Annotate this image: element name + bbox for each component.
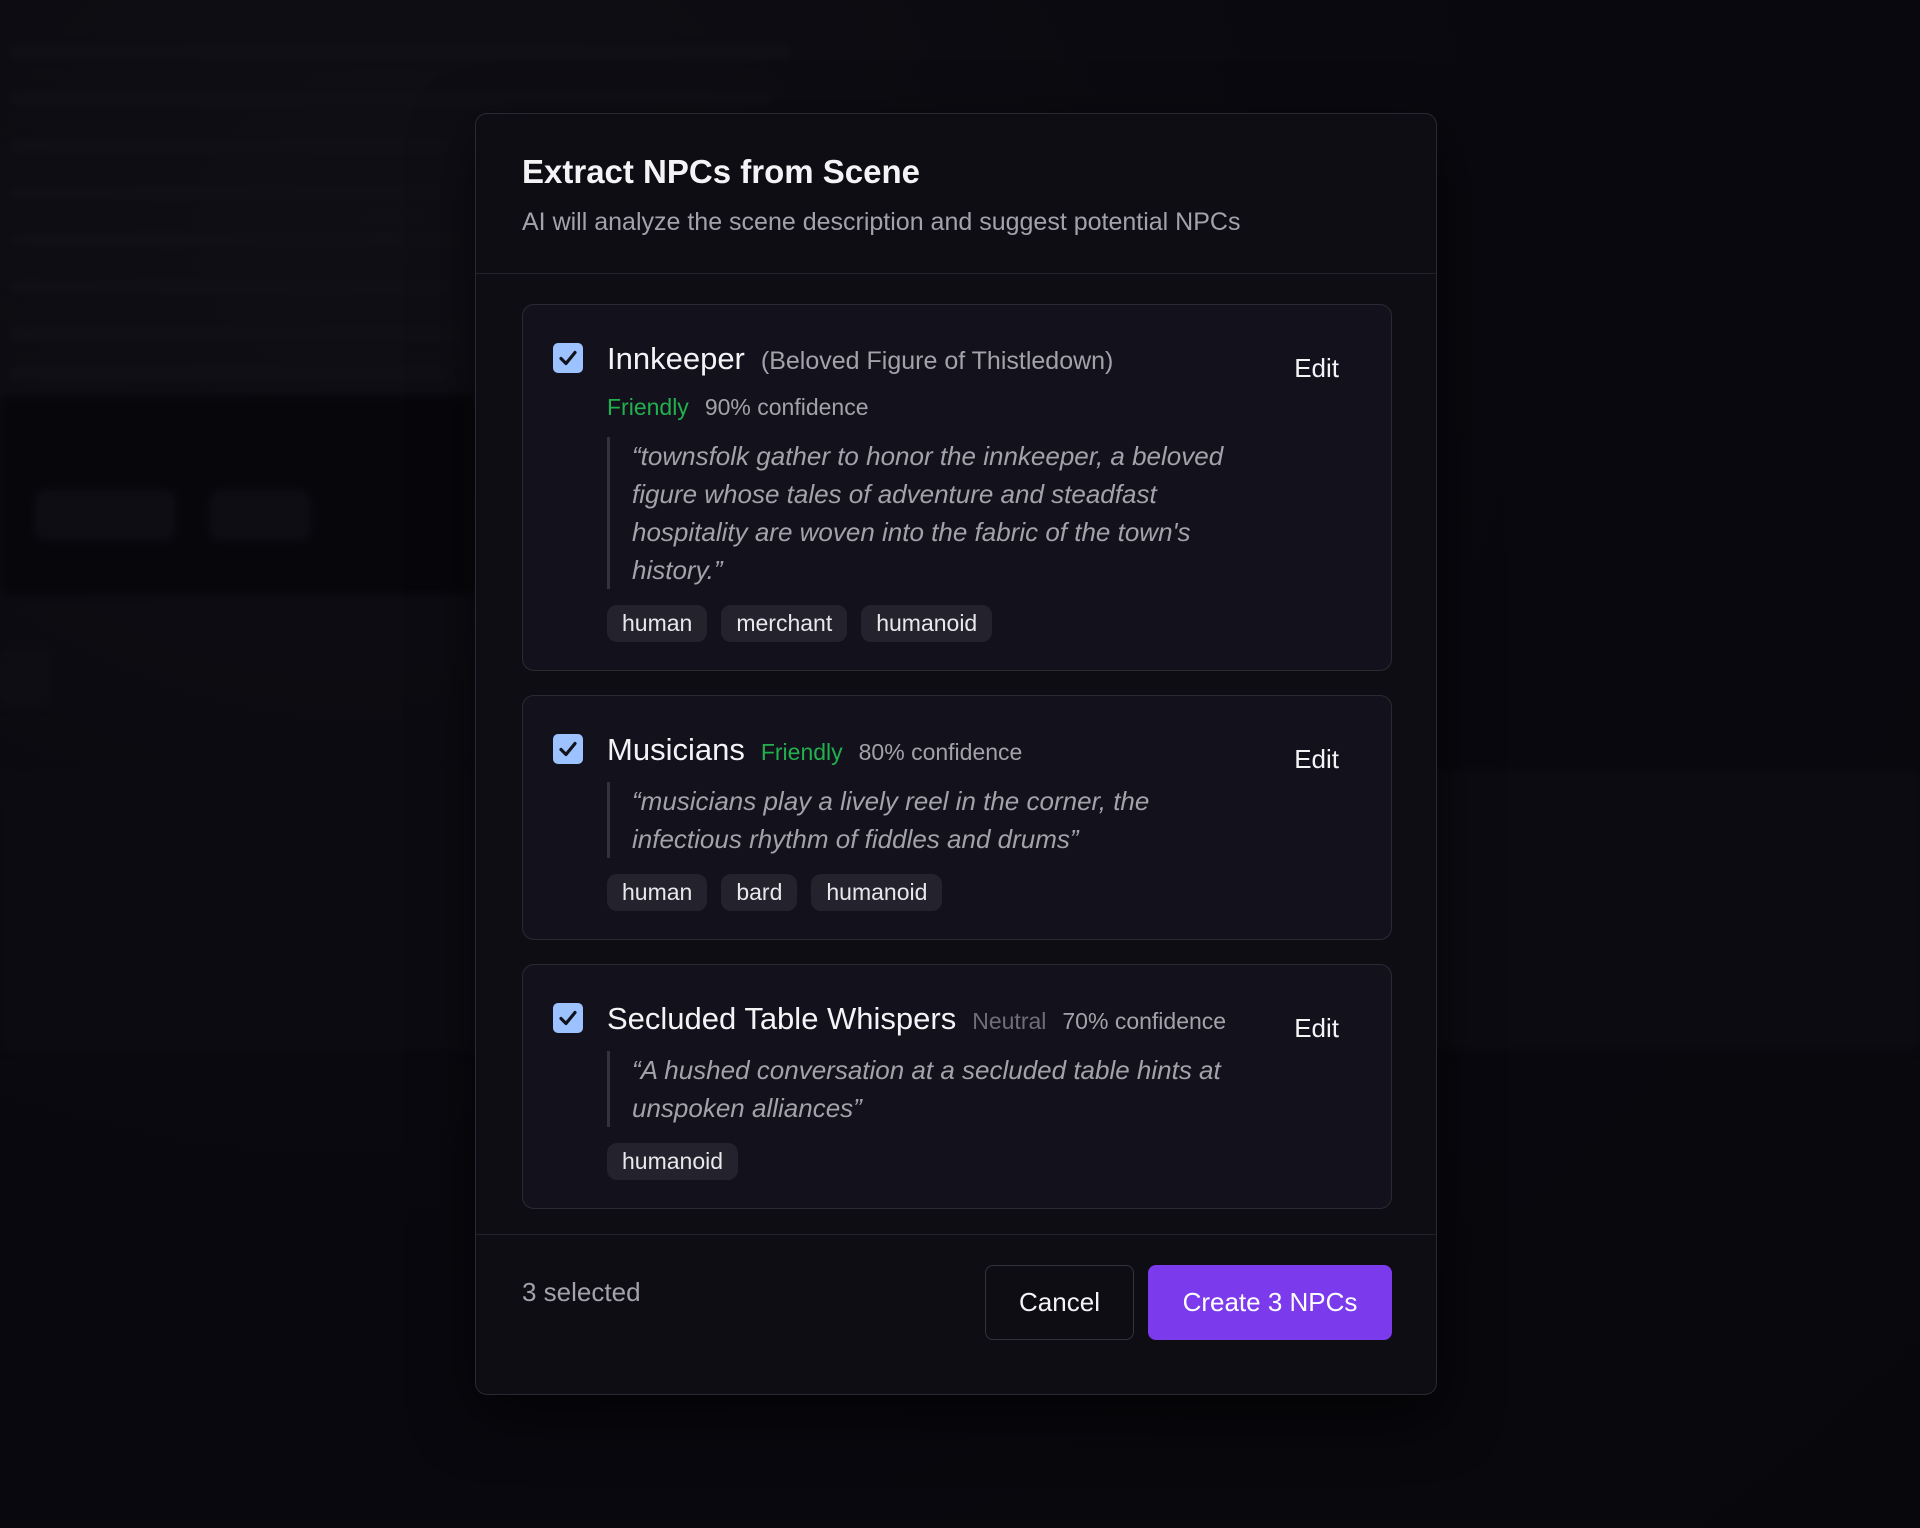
npc-select-checkbox[interactable] bbox=[553, 734, 583, 764]
tag: human bbox=[607, 874, 708, 911]
npc-name-row: Secluded Table Whispers Neutral 70% conf… bbox=[607, 999, 1361, 1041]
npc-select-checkbox[interactable] bbox=[553, 1003, 583, 1033]
tag: human bbox=[607, 605, 708, 642]
dialog-footer: 3 selected Cancel Create 3 NPCs bbox=[476, 1235, 1436, 1375]
create-npcs-button[interactable]: Create 3 NPCs bbox=[1148, 1265, 1392, 1340]
npc-meta: Friendly 90% confidence bbox=[607, 391, 1361, 423]
tag: merchant bbox=[721, 605, 848, 642]
cancel-button[interactable]: Cancel bbox=[985, 1265, 1134, 1340]
confidence-label: 80% confidence bbox=[858, 739, 1023, 765]
npc-name-row: Innkeeper (Beloved Figure of Thistledown… bbox=[607, 339, 1361, 381]
source-quote: “musicians play a lively reel in the cor… bbox=[607, 782, 1232, 858]
npc-name: Secluded Table Whispers bbox=[607, 1001, 957, 1036]
check-icon bbox=[559, 741, 577, 757]
tag-list: human merchant humanoid bbox=[607, 605, 1361, 642]
check-icon bbox=[559, 350, 577, 366]
confidence-label: 90% confidence bbox=[704, 394, 869, 420]
tag: humanoid bbox=[811, 874, 943, 911]
confidence-label: 70% confidence bbox=[1062, 1008, 1227, 1034]
disposition-badge: Neutral bbox=[972, 1008, 1047, 1034]
npc-subtitle: (Beloved Figure of Thistledown) bbox=[760, 347, 1114, 375]
npc-name: Innkeeper bbox=[607, 341, 745, 376]
selected-count: 3 selected bbox=[522, 1277, 641, 1307]
disposition-badge: Friendly bbox=[607, 394, 689, 420]
npc-suggestion-list: Edit Innkeeper (Beloved Figure of Thistl… bbox=[476, 274, 1436, 1235]
source-quote: “townsfolk gather to honor the innkeeper… bbox=[607, 437, 1232, 589]
tag: bard bbox=[721, 874, 798, 911]
npc-card: Edit Secluded Table Whispers Neutral 70%… bbox=[522, 964, 1392, 1209]
tag-list: human bard humanoid bbox=[607, 874, 1361, 911]
npc-card: Edit Musicians Friendly 80% confidence “… bbox=[522, 695, 1392, 940]
npc-name-row: Musicians Friendly 80% confidence bbox=[607, 730, 1361, 772]
dialog-header: Extract NPCs from Scene AI will analyze … bbox=[476, 114, 1436, 274]
edit-npc-button[interactable]: Edit bbox=[1294, 353, 1339, 384]
npc-select-checkbox[interactable] bbox=[553, 343, 583, 373]
edit-npc-button[interactable]: Edit bbox=[1294, 1013, 1339, 1044]
source-quote: “A hushed conversation at a secluded tab… bbox=[607, 1051, 1232, 1127]
tag-list: humanoid bbox=[607, 1143, 1361, 1180]
dialog-title: Extract NPCs from Scene bbox=[522, 153, 920, 190]
check-icon bbox=[559, 1010, 577, 1026]
disposition-badge: Friendly bbox=[760, 739, 843, 765]
extract-npcs-dialog: Extract NPCs from Scene AI will analyze … bbox=[475, 113, 1437, 1395]
tag: humanoid bbox=[607, 1143, 739, 1180]
npc-card: Edit Innkeeper (Beloved Figure of Thistl… bbox=[522, 304, 1392, 671]
dialog-subtitle: AI will analyze the scene description an… bbox=[522, 208, 1241, 236]
npc-name: Musicians bbox=[607, 732, 745, 767]
edit-npc-button[interactable]: Edit bbox=[1294, 744, 1339, 775]
tag: humanoid bbox=[861, 605, 993, 642]
